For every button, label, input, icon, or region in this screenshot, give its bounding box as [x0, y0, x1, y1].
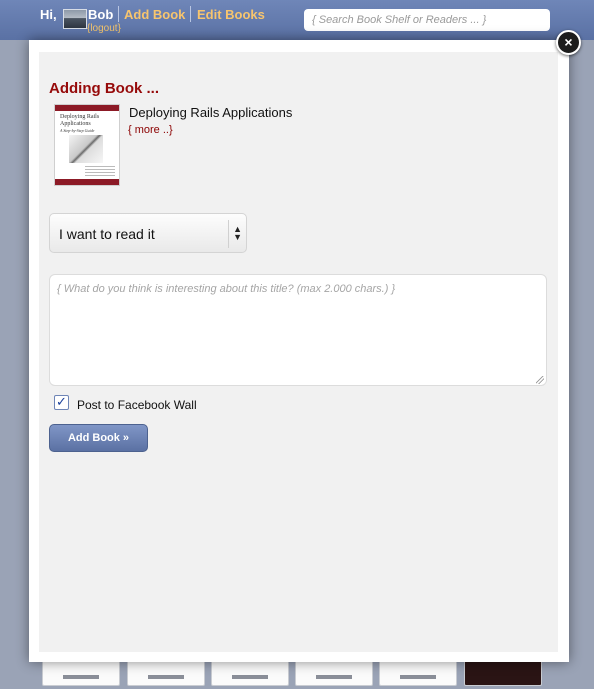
logout-link[interactable]: {logout} [87, 23, 121, 34]
add-book-link[interactable]: Add Book [124, 7, 185, 22]
book-cover[interactable]: Deploying Rails Applications A Step-by-S… [54, 104, 120, 186]
select-divider [228, 220, 229, 248]
facebook-checkbox[interactable]: ✓ [54, 395, 69, 410]
book-title: Deploying Rails Applications [129, 105, 293, 120]
shelf-book-mark [63, 675, 99, 679]
cover-authors [85, 166, 115, 176]
nav-divider [118, 6, 119, 22]
shelf-book-mark [232, 675, 268, 679]
comment-textarea[interactable] [49, 274, 547, 386]
cover-band [55, 179, 119, 185]
chevron-updown-icon: ▲ ▼ [233, 224, 242, 242]
checkmark-icon: ✓ [56, 394, 67, 409]
cover-title: Deploying Rails Applications A Step-by-S… [60, 114, 100, 133]
select-value: I want to read it [59, 226, 155, 242]
avatar[interactable] [63, 9, 87, 29]
resize-grip-icon[interactable] [536, 376, 544, 384]
close-icon[interactable]: × [556, 30, 581, 55]
modal-title: Adding Book ... [49, 80, 159, 97]
more-link[interactable]: { more ..} [128, 124, 173, 136]
nav-divider [190, 6, 191, 22]
search-input[interactable] [304, 9, 550, 31]
user-name[interactable]: Bob [88, 7, 113, 22]
shelf-book-mark [148, 675, 184, 679]
cover-art [69, 135, 103, 163]
edit-books-link[interactable]: Edit Books [197, 7, 265, 22]
shelf-book-mark [400, 675, 436, 679]
shelf-book-mark [316, 675, 352, 679]
reading-status-select[interactable]: I want to read it ▲ ▼ [49, 213, 247, 253]
greeting-text: Hi, [40, 7, 57, 22]
facebook-checkbox-label[interactable]: Post to Facebook Wall [77, 398, 197, 412]
add-book-button[interactable]: Add Book » [49, 424, 148, 452]
top-bar: Hi, Bob {logout} Add Book Edit Books [0, 0, 594, 40]
cover-band [55, 105, 119, 111]
